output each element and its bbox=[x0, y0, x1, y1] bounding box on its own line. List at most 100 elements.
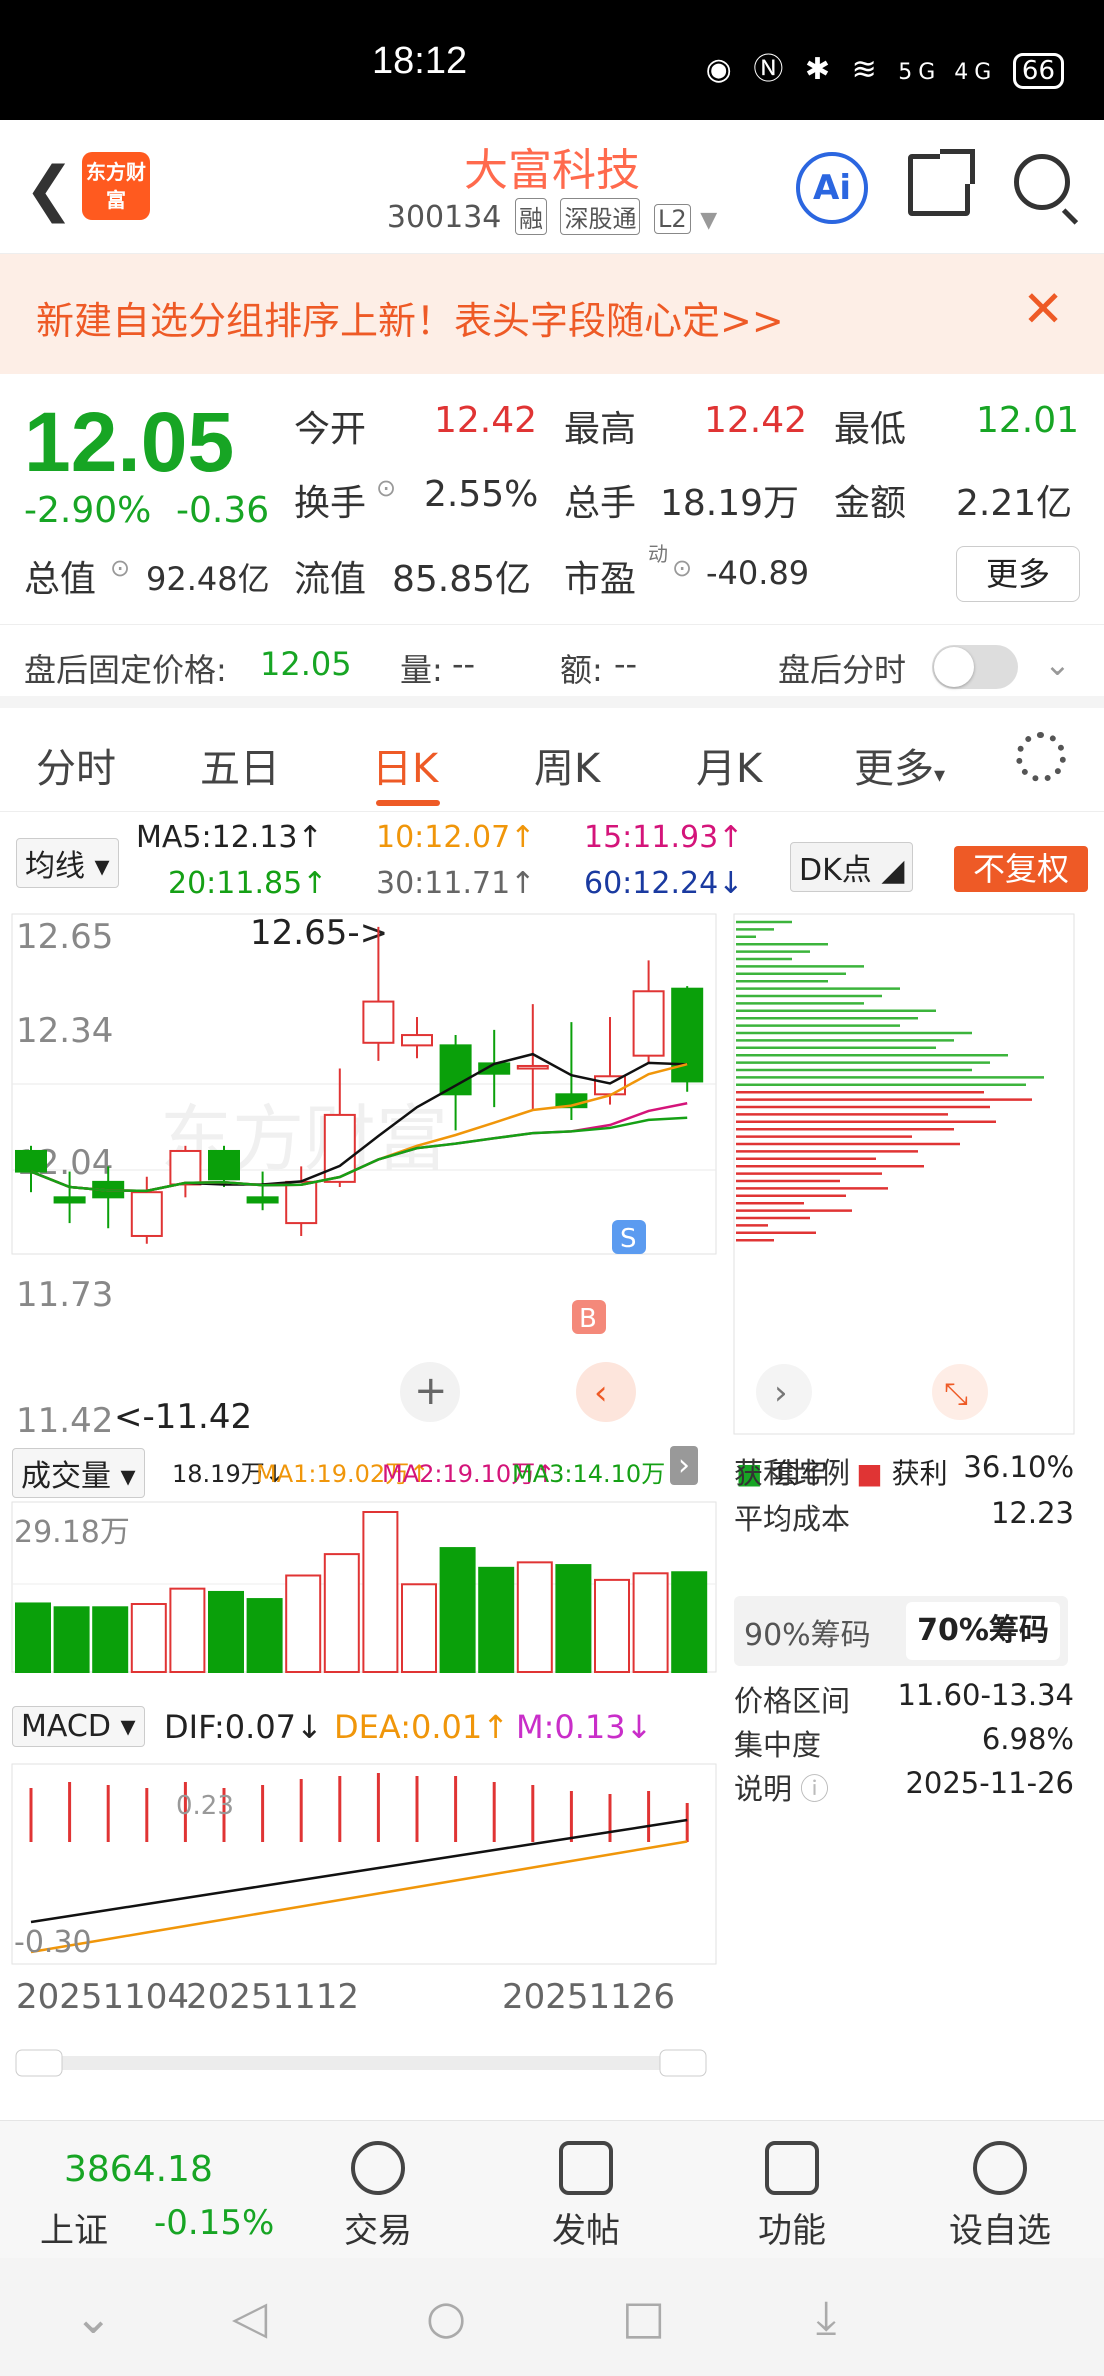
chart-tabs: 分时 五日 日K 周K 月K 更多▾ bbox=[0, 712, 1104, 812]
info-icon[interactable]: ⊙ bbox=[376, 474, 396, 502]
volume-bar bbox=[594, 1578, 630, 1674]
x-date: 20251112 bbox=[186, 1977, 359, 2017]
trade-button[interactable]: 交易 bbox=[298, 2141, 458, 2252]
status-time: 18:12 bbox=[372, 40, 468, 82]
dif-line bbox=[30, 1818, 688, 1924]
dea-line bbox=[30, 1840, 688, 1954]
turnover-label[interactable]: 换手 bbox=[294, 474, 366, 526]
index-value[interactable]: 3864.18 bbox=[64, 2149, 213, 2190]
index-change: -0.15% bbox=[154, 2203, 275, 2243]
low-label: 最低 bbox=[834, 409, 907, 450]
bottom-toolbar: 3864.18 上证 -0.15% 交易 发帖 功能 设自选 bbox=[0, 2120, 1104, 2258]
expand-icon: ⤡ bbox=[944, 1377, 968, 1412]
volume-bar bbox=[285, 1574, 322, 1673]
x-date: 20251126 bbox=[502, 1977, 675, 2017]
chevron-down-icon[interactable]: ⌄ bbox=[74, 2290, 113, 2344]
open-value: 12.42 bbox=[434, 400, 538, 441]
tab-daily-k[interactable]: 日K bbox=[372, 736, 438, 794]
macd-dea: DEA:0.01↑ bbox=[334, 1708, 510, 1746]
info-icon[interactable]: ⊙ bbox=[110, 554, 130, 582]
tab-intraday[interactable]: 分时 bbox=[36, 736, 116, 794]
volume-value: 18.19万 bbox=[660, 483, 800, 524]
volume-label: 总手 bbox=[564, 483, 637, 524]
promo-banner[interactable]: 新建自选分组排序上新！表头字段随心定>> ✕ bbox=[0, 254, 1104, 374]
mktcap-value: 92.48亿 bbox=[146, 560, 270, 598]
scroll-handle-left bbox=[15, 2049, 63, 2077]
chip-90-option[interactable]: 90%筹码 bbox=[744, 1610, 871, 1654]
change-percent: -2.90% bbox=[24, 490, 152, 531]
chip-bars-group bbox=[736, 920, 1044, 1242]
volume-y-label: 29.18万 bbox=[14, 1515, 130, 1550]
info-icon[interactable]: ⓘ bbox=[800, 1772, 829, 1806]
system-nav-bar: ⌄ ◁ ○ □ ⤓ bbox=[0, 2258, 1104, 2376]
info-icon[interactable]: ⊙ bbox=[672, 554, 692, 582]
after-hours-vol-label: 量: bbox=[400, 651, 443, 689]
volume-bar bbox=[15, 1602, 51, 1673]
index-name: 上证 bbox=[40, 2211, 108, 2251]
add-watchlist-button[interactable]: 设自选 bbox=[920, 2141, 1080, 2252]
close-icon[interactable]: ✕ bbox=[1022, 280, 1064, 338]
after-hours-vol: -- bbox=[452, 645, 476, 683]
bluetooth-icon: ✱ bbox=[804, 52, 837, 87]
l2-tag: L2 bbox=[654, 204, 691, 234]
gear-icon[interactable] bbox=[1016, 732, 1066, 782]
candle-body bbox=[516, 1064, 549, 1070]
yuan-icon bbox=[351, 2141, 405, 2195]
status-bar: 18:12 ◉ Ⓝ ✱ ≋ 5G 4G 66 bbox=[0, 0, 1104, 120]
recents-nav-icon[interactable]: □ bbox=[622, 2290, 665, 2344]
candle-body bbox=[53, 1196, 86, 1204]
battery-icon: 66 bbox=[1012, 53, 1064, 89]
change-amount: -0.36 bbox=[176, 490, 270, 531]
tab-more[interactable]: 更多▾ bbox=[854, 736, 945, 794]
back-nav-icon[interactable]: ◁ bbox=[232, 2290, 267, 2344]
concentration-row: 集中度 6.98% bbox=[734, 1722, 1074, 1762]
note-row[interactable]: 说明 ⓘ 2025-11-26 bbox=[734, 1766, 1074, 1808]
candle-body bbox=[246, 1196, 279, 1204]
more-button[interactable]: 更多 bbox=[956, 546, 1080, 602]
sell-marker-label: S bbox=[620, 1224, 637, 1254]
search-icon[interactable] bbox=[1014, 154, 1070, 210]
macd-selector[interactable]: MACD ▾ bbox=[12, 1706, 145, 1747]
after-hours-toggle[interactable] bbox=[932, 645, 1018, 689]
tab-weekly-k[interactable]: 周K bbox=[534, 736, 600, 794]
wifi-icon: ≋ bbox=[851, 52, 883, 87]
pe-superscript: 动 bbox=[648, 542, 668, 566]
grid-icon bbox=[765, 2141, 819, 2195]
mktcap-label[interactable]: 总值 bbox=[24, 550, 96, 602]
ai-assistant-button[interactable]: Ai bbox=[796, 152, 868, 224]
post-button[interactable]: 发帖 bbox=[506, 2141, 666, 2252]
stock-header: ❮ 东方财富 大富科技 300134 融 深股通 L2 ▼ Ai bbox=[0, 120, 1104, 254]
download-icon[interactable]: ⤓ bbox=[816, 2290, 836, 2346]
signal-icon: 5G 4G bbox=[898, 60, 998, 85]
pe-value: -40.89 bbox=[706, 554, 810, 592]
eye-icon: ◉ bbox=[705, 52, 738, 87]
macd-y-bottom: -0.30 bbox=[14, 1925, 92, 1960]
chip-70-option[interactable]: 70%筹码 bbox=[906, 1602, 1060, 1660]
candle-body bbox=[208, 1149, 240, 1181]
volume-bar bbox=[208, 1590, 244, 1674]
volume-bar bbox=[169, 1587, 206, 1674]
avg-cost-row: 平均成本 12.23 bbox=[734, 1496, 1074, 1536]
pe-label[interactable]: 市盈 bbox=[564, 550, 636, 602]
volume-bar bbox=[439, 1547, 476, 1674]
tab-five-day[interactable]: 五日 bbox=[200, 736, 280, 794]
functions-button[interactable]: 功能 bbox=[712, 2141, 872, 2252]
volume-bar bbox=[53, 1606, 90, 1674]
share-icon[interactable] bbox=[908, 149, 975, 216]
panel-toggle-button[interactable]: › bbox=[670, 1446, 698, 1485]
after-hours-amt: -- bbox=[614, 645, 638, 683]
y-label: 12.65 bbox=[16, 917, 113, 957]
tab-monthly-k[interactable]: 月K bbox=[696, 736, 762, 794]
amount-label: 金额 bbox=[834, 483, 907, 524]
home-nav-icon[interactable]: ○ bbox=[426, 2290, 466, 2344]
candle-body bbox=[169, 1149, 202, 1186]
after-hours-price: 12.05 bbox=[260, 645, 352, 683]
chevron-right-icon: › bbox=[774, 1373, 788, 1413]
volume-selector[interactable]: 成交量 ▾ bbox=[12, 1448, 145, 1498]
volume-bar bbox=[516, 1561, 553, 1674]
stock-code: 300134 bbox=[386, 200, 502, 235]
turnover-value: 2.55% bbox=[424, 474, 539, 515]
candle-body bbox=[285, 1180, 318, 1225]
chevron-down-icon[interactable]: ⌄ bbox=[1044, 645, 1071, 683]
after-hours-amt-label: 额: bbox=[560, 651, 603, 689]
